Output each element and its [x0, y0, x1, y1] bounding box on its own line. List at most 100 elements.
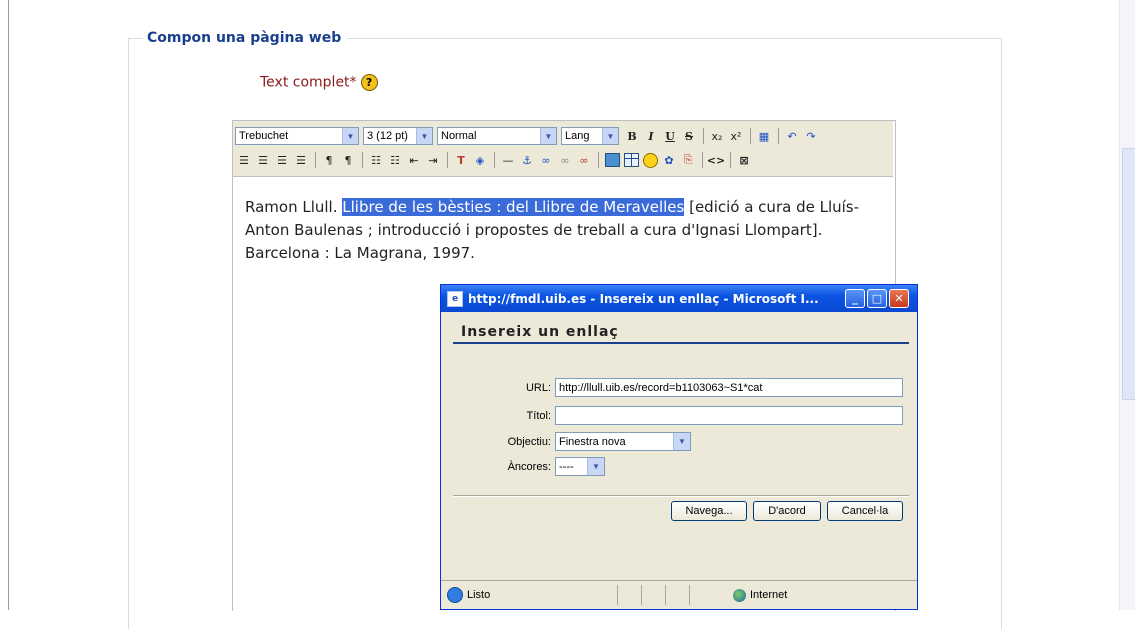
- page-scrollbar-thumb[interactable]: [1122, 148, 1135, 400]
- editor-content[interactable]: Ramon Llull. Llibre de les bèsties : del…: [245, 196, 885, 265]
- dialog-separator: [453, 495, 909, 497]
- anchors-label: Àncores:: [507, 460, 551, 473]
- toolbar-separator: [447, 152, 448, 168]
- target-select-value: Finestra nova: [559, 435, 626, 448]
- url-row: URL: http://llull.uib.es/record=b1103063…: [445, 378, 903, 397]
- anchors-select-value: ----: [559, 460, 574, 473]
- status-cell: [689, 585, 713, 605]
- align-justify-icon[interactable]: ☰: [292, 151, 310, 169]
- field-label: Text complet*: [260, 74, 357, 91]
- dialog-body: Insereix un enllaç URL: http://llull.uib…: [445, 312, 913, 582]
- html-source-icon[interactable]: <>: [707, 151, 725, 169]
- ordered-list-icon[interactable]: ☷: [367, 151, 385, 169]
- chevron-down-icon: ▼: [587, 458, 604, 475]
- italic-button[interactable]: I: [642, 127, 660, 145]
- chevron-down-icon: ▼: [602, 128, 618, 144]
- search-replace-icon[interactable]: ⎘: [679, 151, 697, 169]
- status-cell: [617, 585, 641, 605]
- editor-toolbar: Trebuchet ▼ 3 (12 pt) ▼ Normal ▼ Lang ▼ B I …: [233, 121, 893, 177]
- align-center-icon[interactable]: ☰: [254, 151, 272, 169]
- field-label-row: Text complet*?: [260, 74, 378, 91]
- url-input[interactable]: http://llull.uib.es/record=b1103063~S1*c…: [555, 378, 903, 397]
- ie-page-icon: [447, 587, 463, 603]
- toolbar-separator: [315, 152, 316, 168]
- toolbar-separator: [702, 152, 703, 168]
- strikethrough-button[interactable]: S: [680, 127, 698, 145]
- toolbar-separator: [730, 152, 731, 168]
- help-icon[interactable]: ?: [360, 74, 378, 91]
- font-select-value: Trebuchet: [239, 130, 289, 142]
- smiley-icon: [642, 152, 658, 168]
- insert-image-button[interactable]: [603, 151, 621, 169]
- unlink-icon[interactable]: ∞: [556, 151, 574, 169]
- title-row: Títol:: [445, 406, 903, 425]
- toolbar-separator: [362, 152, 363, 168]
- ok-button[interactable]: D'acord: [753, 501, 821, 521]
- dialog-heading: Insereix un enllaç: [453, 324, 909, 344]
- toolbar-separator: [598, 152, 599, 168]
- lang-select[interactable]: Lang ▼: [561, 127, 619, 145]
- unordered-list-icon[interactable]: ☷: [386, 151, 404, 169]
- status-cell: [641, 585, 665, 605]
- align-right-icon[interactable]: ☰: [273, 151, 291, 169]
- bold-button[interactable]: B: [623, 127, 641, 145]
- redo-icon[interactable]: ↷: [802, 127, 820, 145]
- text-color-icon[interactable]: T: [452, 151, 470, 169]
- format-select-value: Normal: [441, 130, 477, 142]
- toolbar-separator: [750, 128, 751, 144]
- insert-link-dialog: e http://fmdl.uib.es - Insereix un enlla…: [440, 284, 918, 610]
- undo-icon[interactable]: ↶: [783, 127, 801, 145]
- insert-table-button[interactable]: [622, 151, 640, 169]
- dialog-titlebar[interactable]: e http://fmdl.uib.es - Insereix un enlla…: [441, 285, 917, 312]
- chevron-down-icon: ▼: [416, 128, 432, 144]
- link-icon[interactable]: ∞: [537, 151, 555, 169]
- ie-window-icon: e: [447, 290, 463, 307]
- browse-button[interactable]: Navega...: [671, 501, 747, 521]
- chevron-down-icon: ▼: [342, 128, 358, 144]
- toolbar-separator: [703, 128, 704, 144]
- special-char-icon[interactable]: ✿: [660, 151, 678, 169]
- target-select[interactable]: Finestra nova ▼: [555, 432, 691, 451]
- content-selected-text: Llibre de les bèsties : del Llibre de Me…: [342, 198, 685, 216]
- cancel-button[interactable]: Cancel·la: [827, 501, 903, 521]
- outdent-icon[interactable]: ⇤: [405, 151, 423, 169]
- dialog-statusbar: Listo Internet: [441, 580, 917, 609]
- toolbar-separator: [494, 152, 495, 168]
- chevron-down-icon: ▼: [540, 128, 556, 144]
- toolbar-separator: [778, 128, 779, 144]
- target-row: Objectiu: Finestra nova ▼: [445, 432, 691, 451]
- close-button[interactable]: ✕: [889, 289, 909, 308]
- anchor-icon[interactable]: ⚓: [518, 151, 536, 169]
- minimize-button[interactable]: _: [845, 289, 865, 308]
- fullscreen-icon[interactable]: ⊠: [735, 151, 753, 169]
- anchors-select[interactable]: ---- ▼: [555, 457, 605, 476]
- superscript-icon[interactable]: x²: [727, 127, 745, 145]
- horizontal-rule-icon[interactable]: —: [499, 151, 517, 169]
- size-select[interactable]: 3 (12 pt) ▼: [363, 127, 433, 145]
- rtl-icon[interactable]: ¶: [339, 151, 357, 169]
- title-label: Títol:: [526, 409, 551, 422]
- subscript-icon[interactable]: x₂: [708, 127, 726, 145]
- paste-word-icon[interactable]: ▦: [755, 127, 773, 145]
- chevron-down-icon: ▼: [673, 433, 690, 450]
- background-color-icon[interactable]: ◈: [471, 151, 489, 169]
- globe-icon: [733, 588, 746, 602]
- align-left-icon[interactable]: ☰: [235, 151, 253, 169]
- dialog-window-title: http://fmdl.uib.es - Insereix un enllaç …: [468, 291, 819, 306]
- zone-text: Internet: [750, 589, 788, 601]
- indent-icon[interactable]: ⇥: [424, 151, 442, 169]
- target-label: Objectiu:: [507, 435, 551, 448]
- format-select[interactable]: Normal ▼: [437, 127, 557, 145]
- status-text: Listo: [467, 589, 491, 601]
- title-input[interactable]: [555, 406, 903, 425]
- font-select[interactable]: Trebuchet ▼: [235, 127, 359, 145]
- table-icon: [623, 153, 639, 167]
- fieldset-legend: Compon una pàgina web: [143, 30, 348, 46]
- insert-smiley-button[interactable]: [641, 151, 659, 169]
- anchors-row: Àncores: ---- ▼: [445, 457, 605, 476]
- underline-button[interactable]: U: [661, 127, 679, 145]
- nolink-icon[interactable]: ∞: [575, 151, 593, 169]
- toolbar-row-1: Trebuchet ▼ 3 (12 pt) ▼ Normal ▼ Lang ▼ B I …: [235, 125, 821, 147]
- maximize-button[interactable]: □: [867, 289, 887, 308]
- ltr-icon[interactable]: ¶: [320, 151, 338, 169]
